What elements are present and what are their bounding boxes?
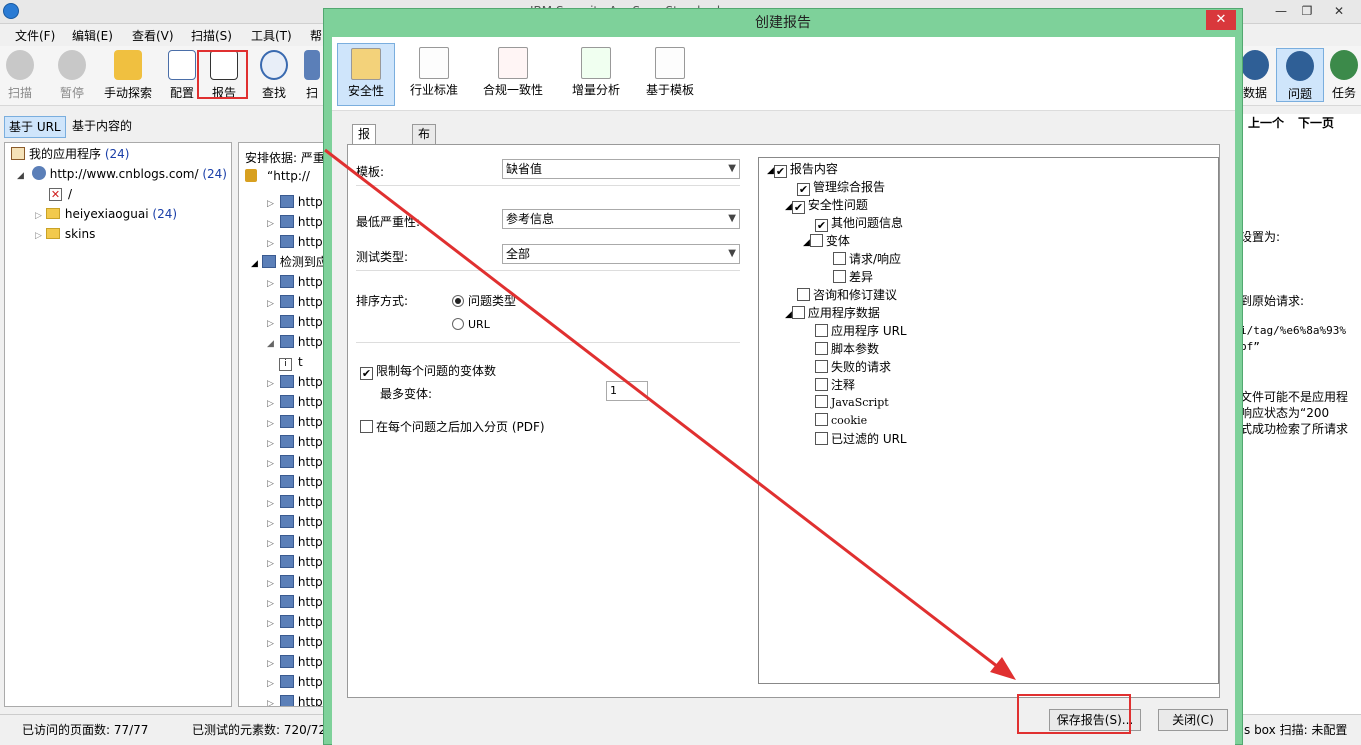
arrow-head (990, 657, 1016, 680)
arrow-line (324, 148, 1003, 672)
annotation-arrow (324, 148, 1016, 680)
